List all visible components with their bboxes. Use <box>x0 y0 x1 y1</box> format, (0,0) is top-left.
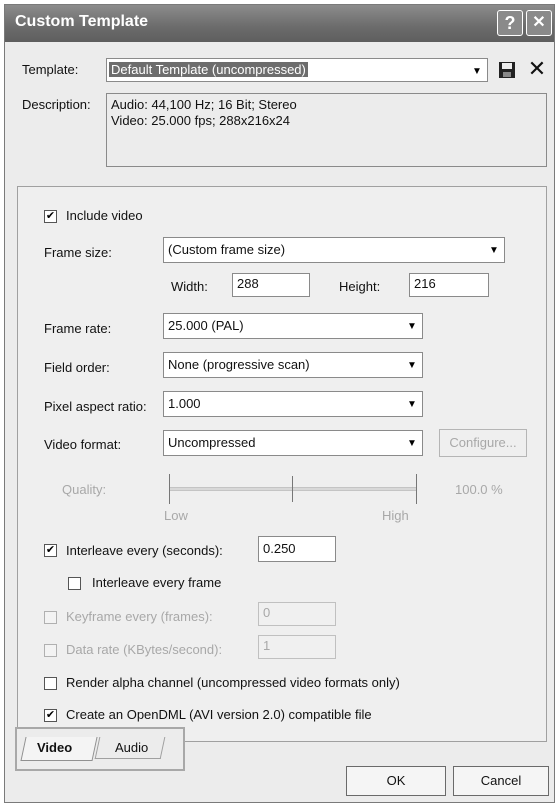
chevron-down-icon: ▼ <box>407 321 417 332</box>
video-tab-panel: ✔ Include video Frame size: (Custom fram… <box>17 186 547 742</box>
template-combo[interactable]: Default Template (uncompressed) ▼ <box>106 58 488 82</box>
field-order-label: Field order: <box>44 360 110 375</box>
help-button[interactable]: ? <box>497 10 523 36</box>
width-input[interactable]: 288 <box>232 273 310 297</box>
save-icon[interactable] <box>497 60 517 80</box>
ok-button[interactable]: OK <box>346 766 446 796</box>
keyframe-label: Keyframe every (frames): <box>66 609 213 624</box>
field-order-value: None (progressive scan) <box>168 357 310 372</box>
height-label: Height: <box>339 279 381 294</box>
width-label: Width: <box>171 279 208 294</box>
quality-slider[interactable] <box>163 470 423 506</box>
frame-size-combo[interactable]: (Custom frame size) ▼ <box>163 237 505 263</box>
window-title: Custom Template <box>15 13 149 30</box>
alpha-label: Render alpha channel (uncompressed video… <box>66 675 400 690</box>
chevron-down-icon: ▼ <box>407 399 417 410</box>
description-video: Video: 25.000 fps; 288x216x24 <box>111 113 291 128</box>
frame-rate-value: 25.000 (PAL) <box>168 318 244 333</box>
interleave-frame-label: Interleave every frame <box>92 575 222 590</box>
interleave-label: Interleave every (seconds): <box>66 543 223 558</box>
custom-template-dialog: Custom Template ? ✕ Template: Default Te… <box>4 4 555 803</box>
pixel-aspect-label: Pixel aspect ratio: <box>44 399 147 414</box>
frame-size-value: (Custom frame size) <box>168 242 286 257</box>
frame-size-label: Frame size: <box>44 245 112 260</box>
video-format-label: Video format: <box>44 437 122 452</box>
quality-slider-thumb[interactable] <box>416 474 417 504</box>
description-box: Audio: 44,100 Hz; 16 Bit; Stereo Video: … <box>106 93 547 167</box>
chevron-down-icon: ▼ <box>489 245 499 256</box>
interleave-checkbox[interactable]: ✔ <box>44 544 57 557</box>
close-button[interactable]: ✕ <box>526 10 552 36</box>
chevron-down-icon: ▼ <box>472 66 482 77</box>
keyframe-input[interactable]: 0 <box>258 602 336 626</box>
video-format-value: Uncompressed <box>168 435 256 450</box>
opendml-checkbox[interactable]: ✔ <box>44 709 57 722</box>
delete-icon[interactable]: ✕ <box>526 58 548 80</box>
quality-high-label: High <box>382 508 409 523</box>
tab-audio[interactable]: Audio <box>115 740 148 755</box>
quality-label: Quality: <box>62 482 107 497</box>
include-video-checkbox[interactable]: ✔ <box>44 210 57 223</box>
quality-value: 100.0 % <box>455 482 503 497</box>
pixel-aspect-combo[interactable]: 1.000 ▼ <box>163 391 423 417</box>
template-value: Default Template (uncompressed) <box>109 62 308 77</box>
configure-button[interactable]: Configure... <box>439 429 527 457</box>
frame-rate-label: Frame rate: <box>44 321 112 336</box>
height-input[interactable]: 216 <box>409 273 489 297</box>
cancel-button[interactable]: Cancel <box>453 766 549 796</box>
tab-strip: Video Audio <box>15 727 185 771</box>
pixel-aspect-value: 1.000 <box>168 396 201 411</box>
chevron-down-icon: ▼ <box>407 360 417 371</box>
alpha-checkbox[interactable] <box>44 677 57 690</box>
include-video-label: Include video <box>66 208 143 223</box>
template-label: Template: <box>22 62 79 77</box>
interleave-frame-checkbox[interactable] <box>68 577 81 590</box>
datarate-input[interactable]: 1 <box>258 635 336 659</box>
frame-rate-combo[interactable]: 25.000 (PAL) ▼ <box>163 313 423 339</box>
interleave-input[interactable]: 0.250 <box>258 536 336 562</box>
quality-low-label: Low <box>164 508 188 523</box>
datarate-label: Data rate (KBytes/second): <box>66 642 223 657</box>
tab-video[interactable]: Video <box>37 740 72 755</box>
datarate-checkbox[interactable] <box>44 644 57 657</box>
description-audio: Audio: 44,100 Hz; 16 Bit; Stereo <box>111 97 297 112</box>
opendml-label: Create an OpenDML (AVI version 2.0) comp… <box>66 707 372 722</box>
description-label: Description: <box>22 97 91 112</box>
chevron-down-icon: ▼ <box>407 438 417 449</box>
keyframe-checkbox[interactable] <box>44 611 57 624</box>
video-format-combo[interactable]: Uncompressed ▼ <box>163 430 423 456</box>
title-bar: Custom Template ? ✕ <box>5 5 554 42</box>
field-order-combo[interactable]: None (progressive scan) ▼ <box>163 352 423 378</box>
